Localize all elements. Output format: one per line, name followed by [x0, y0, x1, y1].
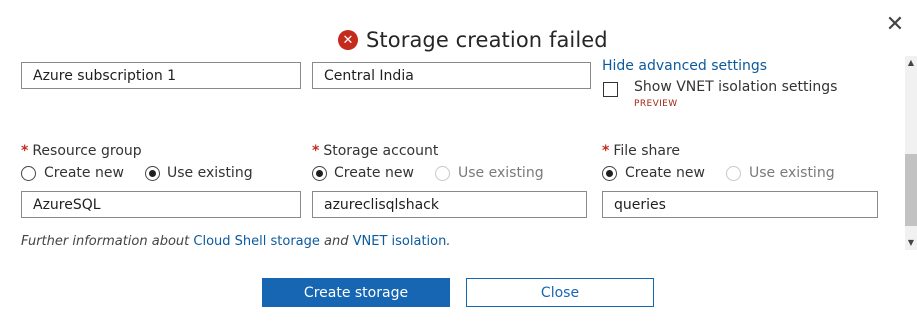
region-value: Central India [324, 67, 414, 84]
error-icon: ✕ [338, 30, 358, 50]
storage-account-create-new-label: Create new [334, 165, 414, 181]
dialog-title-group: ✕ Storage creation failed [338, 26, 608, 54]
storage-account-input[interactable]: azureclisqlshack [312, 191, 587, 218]
file-share-value: queries [614, 196, 666, 213]
subscription-value: Azure subscription 1 [33, 67, 177, 84]
storage-account-value: azureclisqlshack [324, 196, 439, 213]
close-icon[interactable]: ✕ [883, 12, 907, 37]
scroll-down-arrow-icon[interactable]: ▼ [905, 236, 917, 248]
close-button[interactable]: Close [466, 278, 654, 307]
vnet-isolation-label: Show VNET isolation settings [634, 79, 838, 95]
file-share-create-new-radio[interactable] [602, 166, 617, 181]
storage-account-create-new-radio[interactable] [312, 166, 327, 181]
resource-group-create-new-label: Create new [44, 165, 124, 181]
region-field[interactable]: Central India [312, 62, 591, 89]
resource-group-use-existing-radio[interactable] [145, 166, 160, 181]
scrollbar-thumb[interactable] [905, 154, 917, 226]
dialog-title: Storage creation failed [366, 28, 608, 52]
resource-group-use-existing-label: Use existing [167, 165, 253, 181]
further-information-text: Further information about Cloud Shell st… [21, 234, 451, 249]
preview-badge: PREVIEW [634, 99, 678, 109]
file-share-use-existing-radio[interactable] [726, 166, 741, 181]
create-storage-button[interactable]: Create storage [262, 278, 450, 307]
required-marker: * [602, 143, 610, 159]
vnet-isolation-checkbox[interactable] [603, 82, 618, 97]
scroll-up-arrow-icon[interactable]: ▲ [905, 56, 917, 68]
resource-group-create-new-radio[interactable] [21, 166, 36, 181]
storage-account-use-existing-label: Use existing [458, 165, 544, 181]
file-share-use-existing-label: Use existing [749, 165, 835, 181]
file-share-input[interactable]: queries [602, 191, 878, 218]
subscription-field[interactable]: Azure subscription 1 [21, 62, 301, 89]
hide-advanced-settings-link[interactable]: Hide advanced settings [602, 58, 767, 74]
required-marker: * [312, 143, 320, 159]
file-share-label: * File share [602, 143, 681, 159]
file-share-create-new-label: Create new [625, 165, 705, 181]
resource-group-input[interactable]: AzureSQL [21, 191, 301, 218]
required-marker: * [21, 143, 29, 159]
storage-account-use-existing-radio[interactable] [435, 166, 450, 181]
resource-group-label: * Resource group [21, 143, 142, 159]
cloud-shell-storage-link[interactable]: Cloud Shell storage [193, 234, 320, 249]
vnet-isolation-link[interactable]: VNET isolation [353, 234, 447, 249]
resource-group-value: AzureSQL [33, 196, 101, 213]
storage-account-label: * Storage account [312, 143, 439, 159]
